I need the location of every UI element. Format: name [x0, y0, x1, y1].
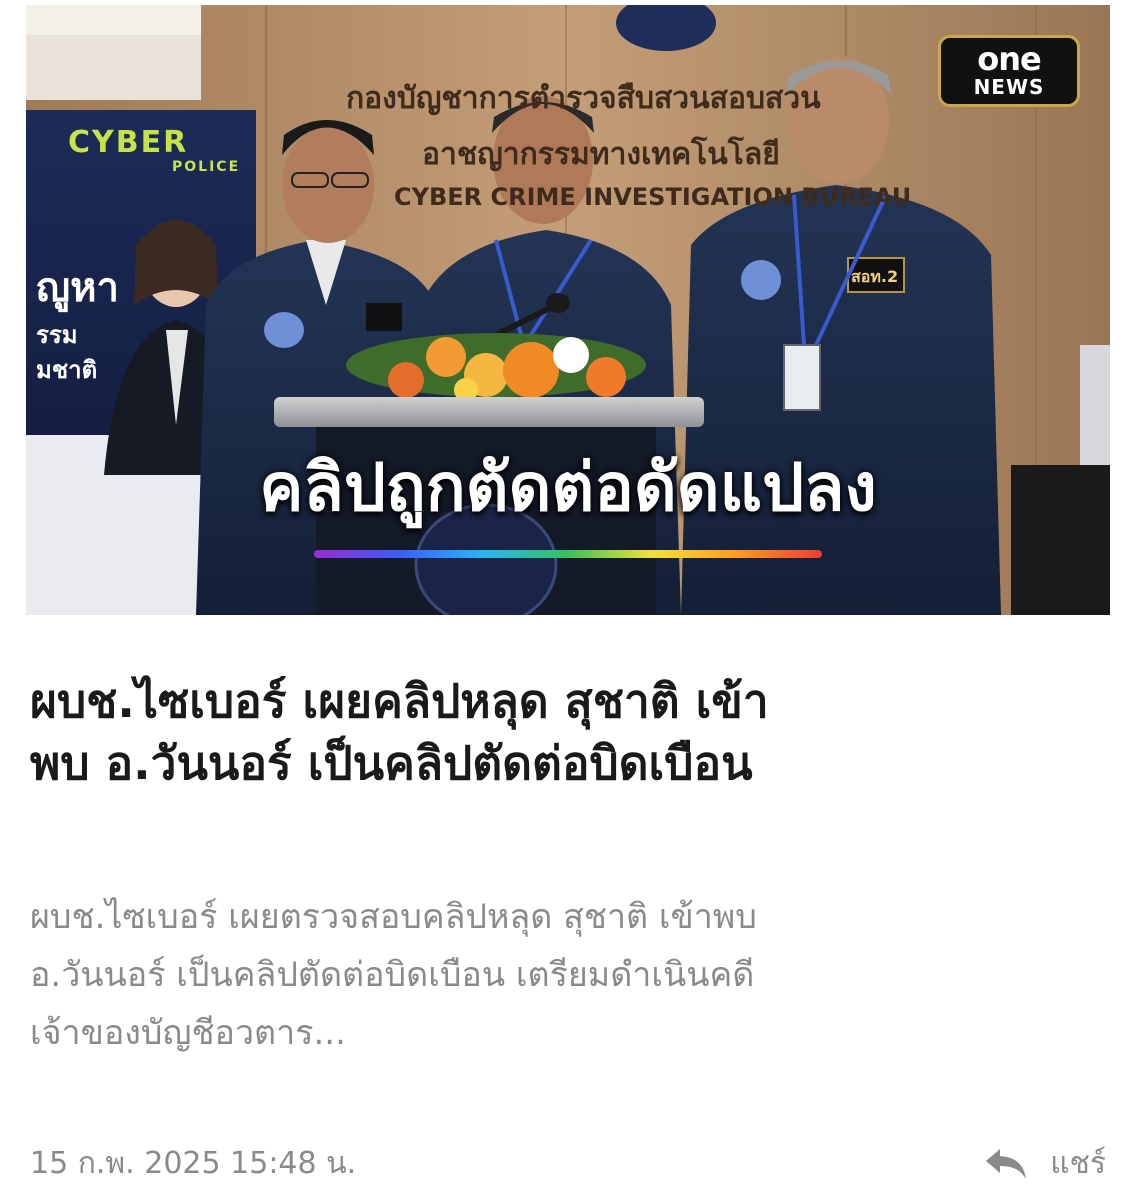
news-card[interactable]: CYBER POLICE ญูหา รรม มชาติ กองบัญชาการต… — [0, 0, 1136, 1200]
headline-line-1: ผบช.ไซเบอร์ เผยคลิปหลุด สุชาติ เข้า — [30, 674, 769, 728]
unit-badge: สอท.2 — [851, 267, 899, 286]
share-button[interactable]: แชร์ — [984, 1140, 1106, 1188]
one-news-logo: one NEWS — [938, 35, 1080, 107]
headline-line-2: พบ อ.วันนอร์ เป็นคลิปตัดต่อบิดเบือน — [30, 736, 753, 790]
banner-text-2: รรม — [36, 321, 78, 349]
wall-sign-thai-1: กองบัญชาการตำรวจสืบสวนสอบสวน — [346, 81, 821, 116]
banner-text-3: มชาติ — [36, 356, 98, 384]
summary-line-3: เจ้าของบัญชีอวตาร... — [30, 1013, 346, 1053]
publish-date: 15 ก.พ. 2025 15:48 น. — [30, 1146, 357, 1181]
article-footer: 15 ก.พ. 2025 15:48 น. แชร์ — [30, 1140, 1110, 1190]
cyber-police-logo: CYBER — [68, 125, 189, 160]
wall-sign-thai-2: อาชญากรรมทางเทคโนโลยี — [422, 137, 780, 172]
share-arrow-icon — [986, 1149, 1027, 1179]
rainbow-underline — [314, 550, 822, 558]
article-summary: ผบช.ไซเบอร์ เผยตรวจสอบคลิปหลุด สุชาติ เข… — [30, 888, 1110, 1062]
news-photo[interactable]: CYBER POLICE ญูหา รรม มชาติ กองบัญชาการต… — [26, 5, 1110, 615]
wall-sign-english: CYBER CRIME INVESTIGATION BUREAU — [394, 183, 912, 211]
article-headline[interactable]: ผบช.ไซเบอร์ เผยคลิปหลุด สุชาติ เข้า พบ อ… — [30, 670, 1110, 794]
share-label: แชร์ — [1050, 1146, 1106, 1181]
banner-text-1: ญูหา — [36, 265, 119, 311]
summary-line-1: ผบช.ไซเบอร์ เผยตรวจสอบคลิปหลุด สุชาติ เข… — [30, 897, 757, 937]
summary-line-2: อ.วันนอร์ เป็นคลิปตัดต่อบิดเบือน เตรียมด… — [30, 955, 755, 995]
video-caption-overlay: คลิปถูกตัดต่อดัดแปลง — [259, 449, 877, 526]
cyber-police-logo-sub: POLICE — [172, 159, 241, 175]
